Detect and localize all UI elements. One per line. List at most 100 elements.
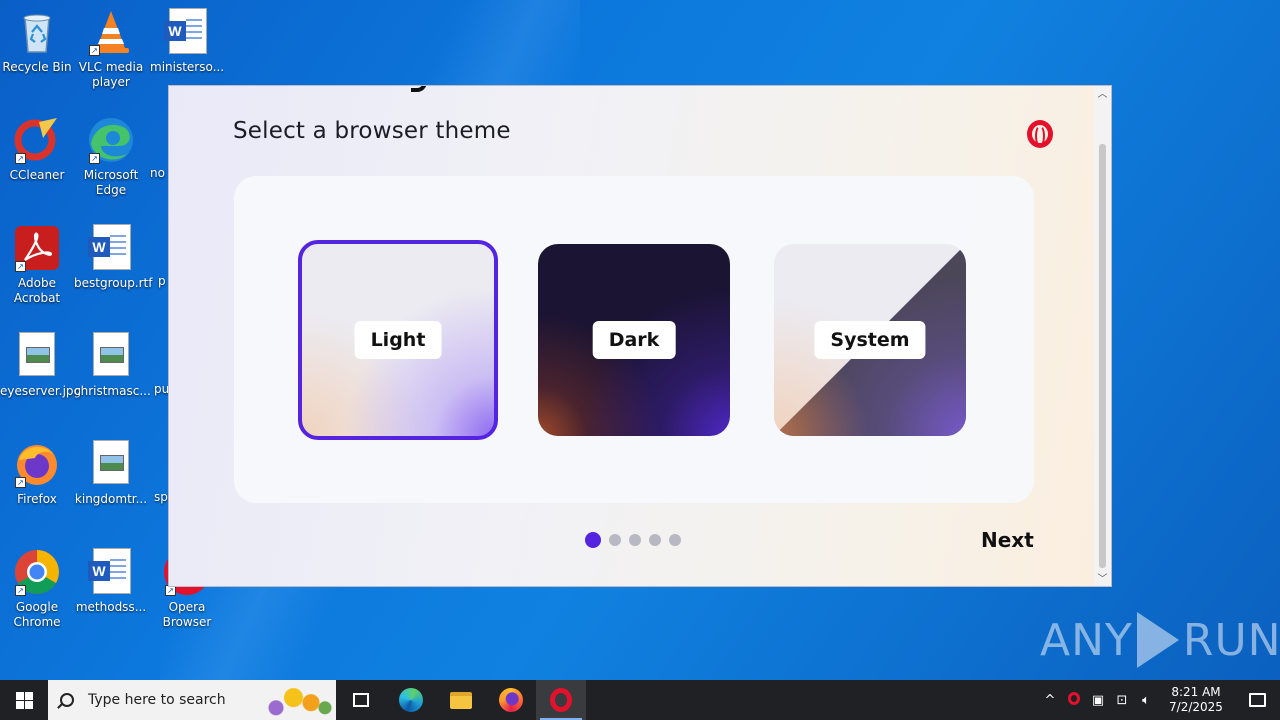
notification-center-button[interactable] (1234, 680, 1280, 720)
desktop-icon-methodss[interactable]: W methodss... (74, 548, 148, 615)
firefox-icon: ↗ (13, 440, 61, 488)
scrollbar-thumb[interactable] (1099, 144, 1106, 568)
opera-logo-icon (1027, 120, 1053, 148)
clipped-heading-glyph (411, 86, 427, 92)
desktop-icon-label: Google Chrome (13, 600, 61, 629)
desktop-icon-vlc[interactable]: ↗ VLC media player (74, 8, 148, 90)
desktop-icon-adobe-acrobat[interactable]: ↗ Adobe Acrobat (0, 224, 74, 306)
shortcut-arrow-icon: ↗ (89, 153, 100, 164)
desktop-icon-ccleaner[interactable]: ↗ CCleaner (0, 116, 74, 183)
taskbar: Type here to search ^ ▣ ⊡ 🔈︎ 8:21 AM 7/2… (0, 680, 1280, 720)
taskbar-file-explorer-button[interactable] (436, 680, 486, 720)
search-placeholder: Type here to search (88, 692, 226, 708)
pagination-dot-active[interactable] (585, 532, 601, 548)
task-view-icon (353, 693, 369, 707)
theme-option-label: System (814, 321, 926, 359)
desktop-icon-partial[interactable]: no (150, 166, 170, 181)
word-document-icon: W (87, 548, 135, 596)
taskbar-opera-button[interactable] (536, 680, 586, 720)
desktop-icon-kingdomtr[interactable]: kingdomtr... (74, 440, 148, 507)
clock-time: 8:21 AM (1171, 685, 1221, 699)
desktop-icon-label: no (150, 166, 165, 180)
desktop-icon-bestgroup[interactable]: W bestgroup.rtf (74, 224, 153, 291)
search-icon (60, 693, 74, 707)
desktop-icon-label: Adobe Acrobat (13, 276, 61, 305)
scroll-down-icon[interactable]: ﹀ (1094, 571, 1111, 586)
start-button[interactable] (0, 680, 48, 720)
desktop-icon-label: pu (154, 382, 170, 396)
desktop-icon-eyeserver[interactable]: eyeserver.jpg (0, 332, 81, 399)
theme-option-label: Light (354, 321, 442, 359)
play-icon (1136, 612, 1179, 668)
pagination-dot[interactable] (649, 534, 661, 546)
edge-icon: ↗ (87, 116, 135, 164)
word-document-icon: W (163, 8, 211, 56)
opera-installer-window: Select a browser theme Light Dark System… (168, 85, 1112, 587)
windows-logo-icon (15, 691, 33, 709)
pagination-dot[interactable] (609, 534, 621, 546)
shortcut-arrow-icon: ↗ (15, 261, 26, 272)
pagination-dots (585, 532, 681, 548)
desktop-icon-label: methodss... (75, 600, 147, 614)
taskbar-clock[interactable]: 8:21 AM 7/2/2025 (1158, 685, 1234, 715)
notification-icon (1248, 693, 1266, 707)
desktop-icon-label: Opera Browser (162, 600, 212, 629)
desktop-icon-microsoft-edge[interactable]: ↗ Microsoft Edge (74, 116, 148, 198)
theme-option-label: Dark (592, 321, 676, 359)
file-explorer-icon (450, 691, 472, 709)
opera-tray-icon[interactable] (1062, 691, 1086, 709)
theme-option-light[interactable]: Light (298, 240, 498, 440)
taskbar-search-box[interactable]: Type here to search (48, 680, 336, 720)
taskbar-edge-button[interactable] (386, 680, 436, 720)
device-icon[interactable]: ▣ (1086, 693, 1110, 708)
theme-selector-panel: Light Dark System (234, 176, 1034, 503)
desktop-icon-label: christmasc... (74, 384, 151, 398)
recycle-bin-icon (13, 8, 61, 56)
image-file-icon (13, 332, 61, 380)
desktop-icon-label: bestgroup.rtf (74, 276, 153, 290)
task-view-button[interactable] (336, 680, 386, 720)
desktop-icon-label: p (158, 274, 166, 288)
clock-date: 7/2/2025 (1169, 700, 1223, 714)
desktop-icon-google-chrome[interactable]: ↗ Google Chrome (0, 548, 74, 630)
theme-option-dark[interactable]: Dark (538, 244, 730, 436)
pagination-dot[interactable] (629, 534, 641, 546)
desktop-icon-label: ministerso... (150, 60, 225, 74)
watermark-text-right: RUN (1182, 614, 1280, 666)
desktop-icon-label: sp (154, 490, 168, 504)
chrome-icon: ↗ (13, 548, 61, 596)
chevron-up-icon[interactable]: ^ (1038, 693, 1062, 708)
desktop-icon-label: eyeserver.jpg (0, 384, 82, 398)
shortcut-arrow-icon: ↗ (15, 153, 26, 164)
scroll-up-icon[interactable]: ︿ (1094, 86, 1111, 103)
desktop-icon-label: Recycle Bin (2, 60, 72, 74)
pagination-dot[interactable] (669, 534, 681, 546)
desktop-icon-label: CCleaner (9, 168, 65, 182)
page-title: Select a browser theme (233, 118, 511, 144)
next-button[interactable]: Next (981, 528, 1034, 552)
adobe-acrobat-icon: ↗ (13, 224, 61, 272)
desktop-icon-label: kingdomtr... (74, 492, 148, 506)
network-icon[interactable]: ⊡ (1110, 693, 1134, 708)
anyrun-watermark: ANY RUN (1040, 612, 1280, 668)
desktop-icon-recycle-bin[interactable]: Recycle Bin (0, 8, 74, 75)
volume-icon[interactable]: 🔈︎ (1134, 693, 1158, 708)
vertical-scrollbar[interactable]: ︿ ﹀ (1094, 86, 1111, 586)
theme-option-system[interactable]: System (774, 244, 966, 436)
watermark-text-left: ANY (1040, 614, 1133, 666)
shortcut-arrow-icon: ↗ (15, 477, 26, 488)
image-file-icon (87, 332, 135, 380)
taskbar-firefox-button[interactable] (486, 680, 536, 720)
search-highlight-flowers-icon (262, 684, 332, 718)
vlc-icon: ↗ (87, 8, 135, 56)
edge-icon (399, 688, 423, 712)
desktop-icon-firefox[interactable]: ↗ Firefox (0, 440, 74, 507)
system-tray: ^ ▣ ⊡ 🔈︎ 8:21 AM 7/2/2025 (1038, 680, 1280, 720)
desktop-icon-ministerso[interactable]: W ministerso... (150, 8, 224, 75)
ccleaner-icon: ↗ (13, 116, 61, 164)
shortcut-arrow-icon: ↗ (15, 585, 26, 596)
desktop-icon-christmasc[interactable]: christmasc... (74, 332, 151, 399)
desktop-icon-label: VLC media player (78, 60, 144, 89)
opera-icon (550, 688, 572, 712)
desktop-icon-label: Microsoft Edge (83, 168, 139, 197)
